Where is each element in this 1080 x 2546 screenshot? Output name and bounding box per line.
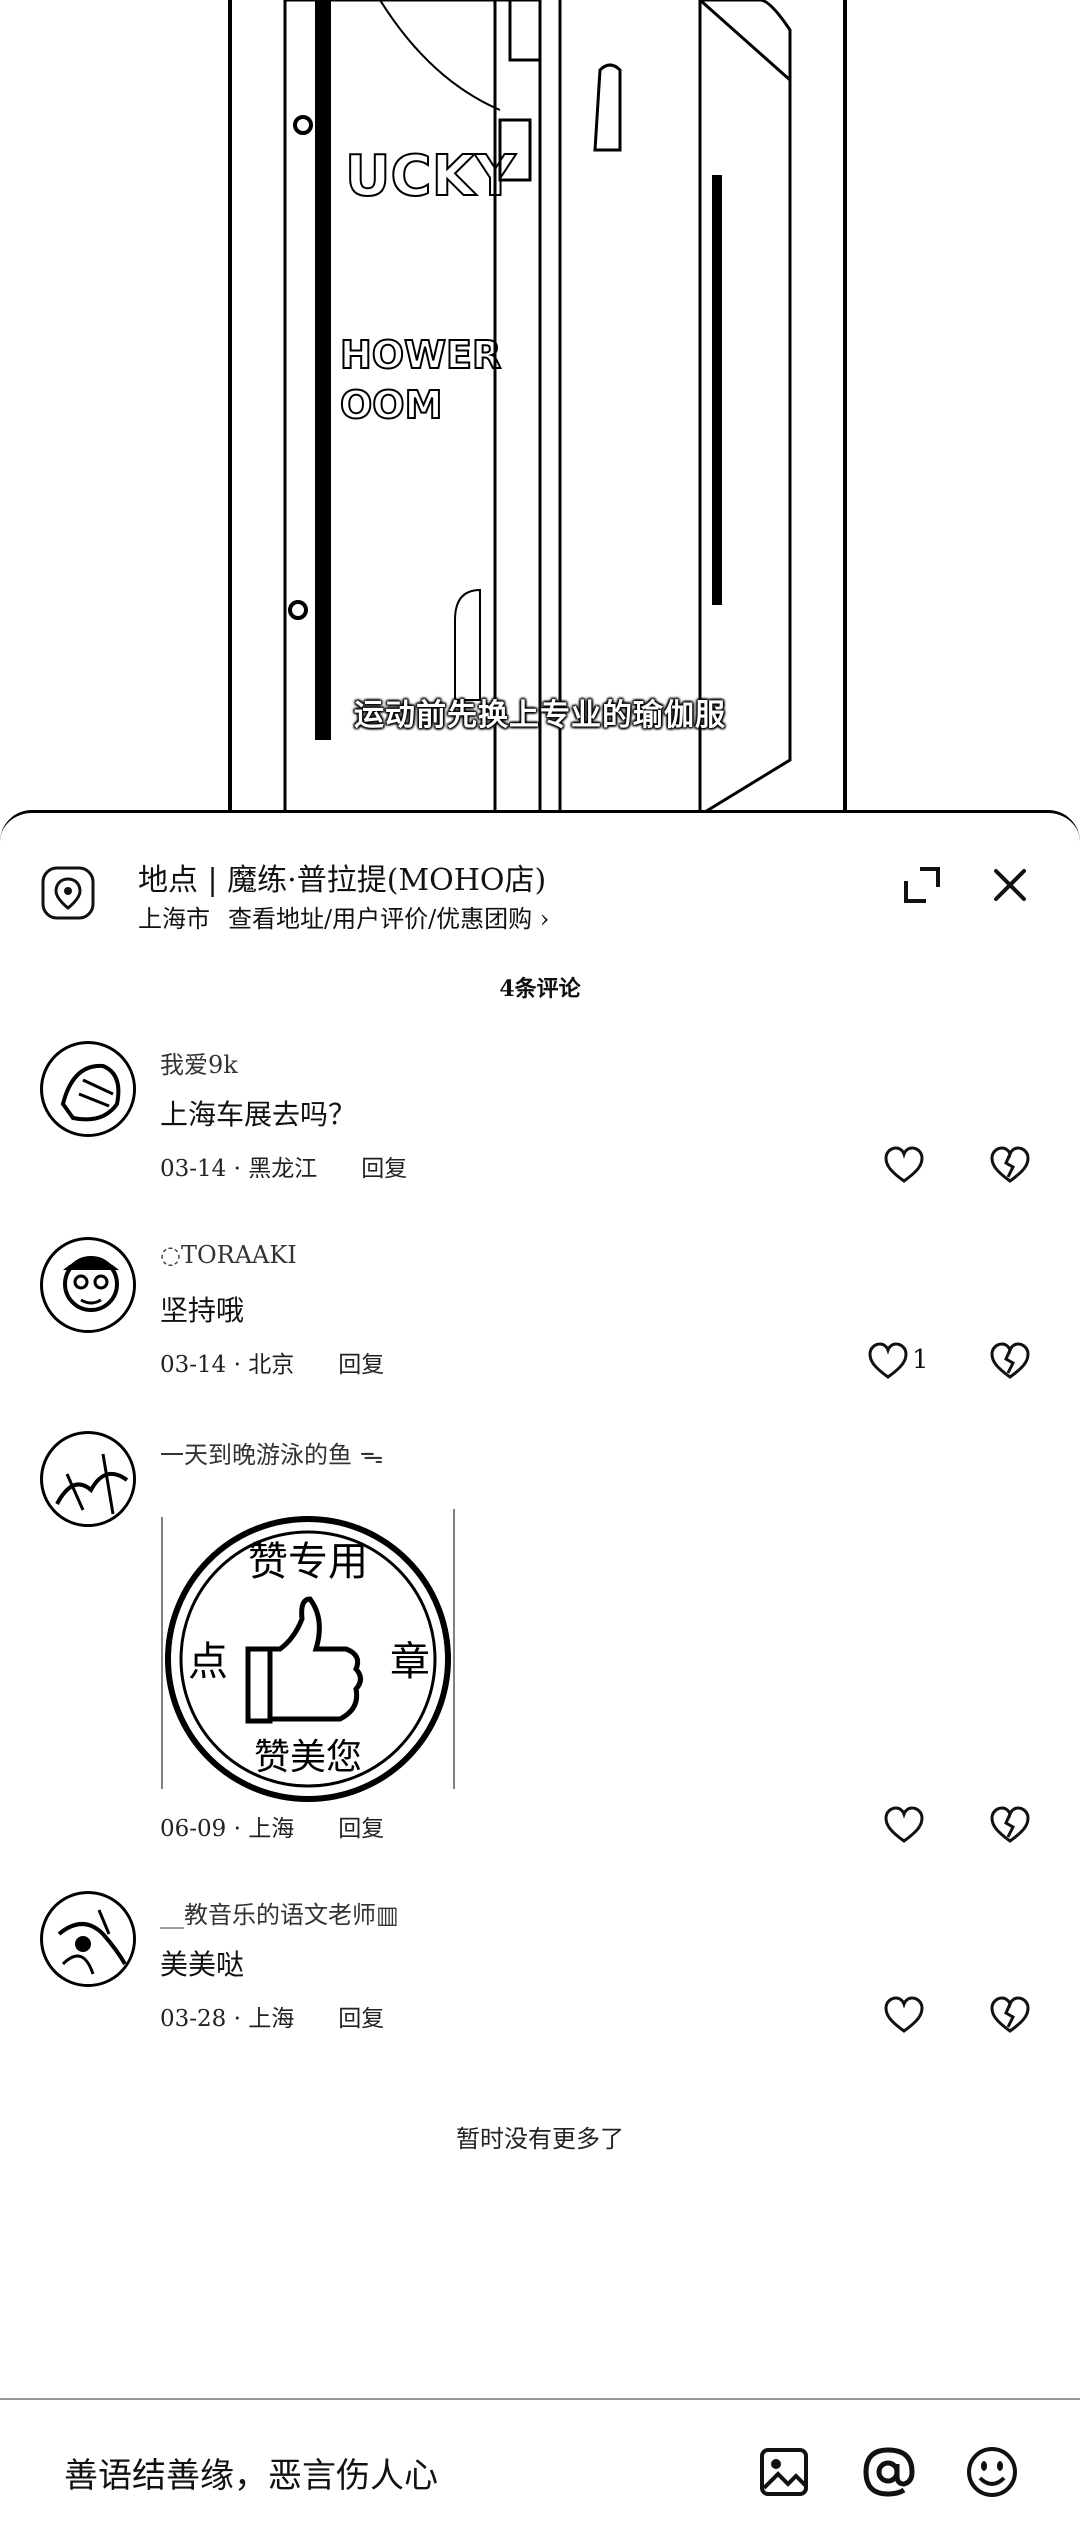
reply-button[interactable]: 回复 — [361, 1156, 407, 1182]
location-city: 上海市 — [138, 905, 210, 933]
comment-input[interactable]: 善语结善缘，恶言伤人心 — [64, 2448, 438, 2497]
comment-count: 4条评论 — [499, 976, 581, 1002]
comment-input-bar: 善语结善缘，恶言伤人心 — [0, 2398, 1080, 2546]
comment-username[interactable]: 一天到晚游泳的鱼 ᯓ — [160, 1435, 383, 1471]
comment-username[interactable]: 我爱9k — [160, 1045, 238, 1080]
broken-heart-icon[interactable] — [988, 1341, 1032, 1381]
heart-icon[interactable] — [866, 1341, 910, 1381]
svg-text:章: 章 — [390, 1639, 430, 1685]
svg-text:UCKY: UCKY — [345, 144, 517, 209]
reply-button[interactable]: 回复 — [338, 2006, 384, 2032]
emoji-icon[interactable] — [964, 2444, 1020, 2500]
broken-heart-icon[interactable] — [988, 1145, 1032, 1185]
reply-button[interactable]: 回复 — [338, 1816, 384, 1842]
comment-date: 03-14 · 北京 — [160, 1352, 295, 1378]
location-title[interactable]: 地点 | 魔练·普拉提(MOHO店) — [138, 855, 546, 899]
comment-username[interactable]: __教音乐的语文老师▥ — [160, 1895, 399, 1930]
comment-text: 坚持哦 — [160, 1294, 245, 1327]
video-frame[interactable]: UCKY HOWER OOM 运动前先换上专业的瑜伽服 — [0, 0, 1080, 830]
comment-sheet: 地点 | 魔练·普拉提(MOHO店) 上海市 查看地址/用户评价/优惠团购 › 4… — [0, 810, 1080, 2546]
comment-text: 美美哒 — [160, 1948, 245, 1981]
broken-heart-icon[interactable] — [988, 1995, 1032, 2035]
svg-text:赞美您: 赞美您 — [254, 1737, 362, 1778]
no-more-comments: 暂时没有更多了 — [456, 2125, 624, 2153]
comment-item: 我爱9k 上海车展去吗？ 03-14 · 黑龙江 回复 — [0, 1041, 1080, 1211]
svg-text:点: 点 — [188, 1639, 228, 1685]
praise-stamp-sticker[interactable]: 赞专用 点 章 赞美您 — [160, 1499, 456, 1809]
heart-icon[interactable] — [882, 1145, 926, 1185]
location-pin-icon — [41, 866, 95, 920]
at-icon[interactable] — [860, 2444, 916, 2500]
comment-meta: 03-28 · 上海 回复 — [160, 1999, 384, 2033]
like-count: 1 — [912, 1345, 929, 1375]
comment-meta: 06-09 · 上海 回复 — [160, 1809, 384, 1843]
comment-item: 一天到晚游泳的鱼 ᯓ 赞专用 点 章 赞美您 06-09 · 上海 回复 — [0, 1431, 1080, 1851]
comment-date: 06-09 · 上海 — [160, 1816, 295, 1842]
expand-icon[interactable] — [900, 863, 944, 907]
avatar[interactable] — [40, 1431, 136, 1527]
comment-meta: 03-14 · 北京 回复 — [160, 1345, 384, 1379]
comment-item: ◌TORAAKI 坚持哦 03-14 · 北京 回复 1 — [0, 1237, 1080, 1407]
comment-item: __教音乐的语文老师▥ 美美哒 03-28 · 上海 回复 — [0, 1891, 1080, 2061]
svg-text:OOM: OOM — [340, 383, 442, 427]
svg-text:赞专用: 赞专用 — [248, 1539, 368, 1585]
close-icon[interactable] — [988, 863, 1032, 907]
heart-icon[interactable] — [882, 1805, 926, 1845]
svg-text:HOWER: HOWER — [340, 333, 501, 377]
location-subtitle[interactable]: 上海市 查看地址/用户评价/优惠团购 › — [138, 899, 567, 934]
comment-meta: 03-14 · 黑龙江 回复 — [160, 1149, 407, 1183]
comment-date: 03-28 · 上海 — [160, 2006, 295, 2032]
broken-heart-icon[interactable] — [988, 1805, 1032, 1845]
reply-button[interactable]: 回复 — [338, 1352, 384, 1378]
location-row[interactable]: 地点 | 魔练·普拉提(MOHO店) 上海市 查看地址/用户评价/优惠团购 › — [0, 813, 1080, 948]
location-link[interactable]: 查看地址/用户评价/优惠团购 › — [228, 905, 549, 933]
video-subtitle: 运动前先换上专业的瑜伽服 — [354, 698, 726, 733]
comment-username[interactable]: ◌TORAAKI — [160, 1241, 297, 1269]
comment-date: 03-14 · 黑龙江 — [160, 1156, 318, 1182]
heart-icon[interactable] — [882, 1995, 926, 2035]
avatar[interactable] — [40, 1237, 136, 1333]
comment-text: 上海车展去吗？ — [160, 1098, 357, 1131]
avatar[interactable] — [40, 1041, 136, 1137]
avatar[interactable] — [40, 1891, 136, 1987]
image-icon[interactable] — [756, 2444, 812, 2500]
